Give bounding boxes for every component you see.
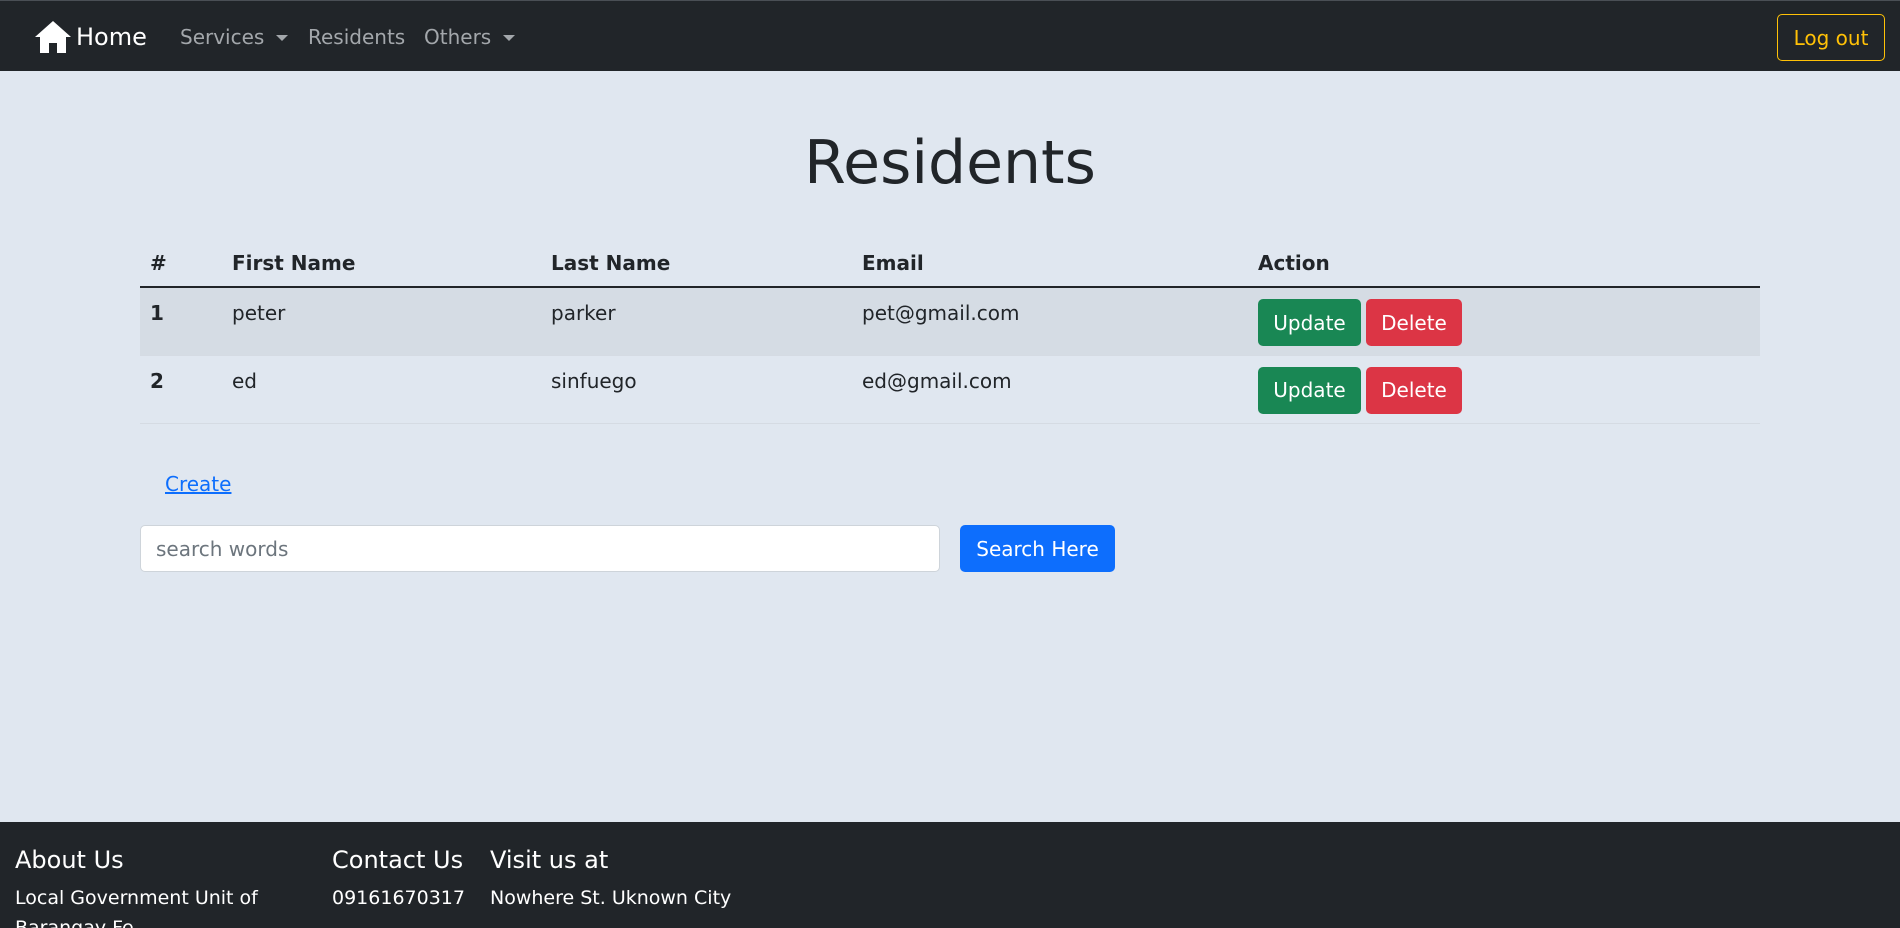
column-header-email: Email	[852, 240, 1248, 288]
column-header-action: Action	[1248, 240, 1760, 288]
update-button[interactable]: Update	[1258, 299, 1361, 346]
footer-contact-title: Contact Us	[332, 846, 464, 874]
row-email: ed@gmail.com	[852, 355, 1248, 424]
chevron-down-icon	[503, 35, 516, 41]
footer-visit-title: Visit us at	[490, 846, 609, 874]
footer-about-text: Local Government Unit of Barangay Fe...	[15, 887, 258, 928]
row-actions: Update Delete	[1248, 287, 1760, 356]
nav-others-label: Others	[424, 25, 492, 49]
nav-services-label: Services	[180, 25, 265, 49]
row-index: 1	[140, 287, 222, 356]
top-navbar: Home Services Residents Others Log out	[0, 0, 1900, 71]
row-actions: Update Delete	[1248, 355, 1760, 424]
logout-button[interactable]: Log out	[1777, 14, 1885, 61]
footer-about-title: About Us	[15, 846, 124, 874]
delete-button[interactable]: Delete	[1366, 299, 1462, 346]
column-header-last-name: Last Name	[541, 240, 852, 288]
nav-others-dropdown[interactable]: Others	[424, 25, 516, 49]
page-title: Residents	[804, 128, 1096, 198]
delete-button[interactable]: Delete	[1366, 366, 1462, 414]
search-button[interactable]: Search Here	[960, 525, 1115, 572]
table-row: 1 peter parker pet@gmail.com Update Delet…	[140, 287, 1760, 356]
footer-visit-text: Nowhere St. Uknown City	[490, 887, 732, 909]
home-label: Home	[76, 23, 147, 51]
table-row: 2 ed sinfuego ed@gmail.com Update Delete	[140, 355, 1760, 424]
column-header-index: #	[140, 240, 222, 288]
row-first-name: ed	[222, 355, 541, 424]
footer-contact-text: 09161670317	[332, 887, 465, 909]
search-input[interactable]	[140, 525, 940, 572]
footer-visit: Visit us at Nowhere St. Uknown City	[490, 846, 850, 913]
row-last-name: parker	[541, 287, 852, 356]
home-link[interactable]: Home	[34, 18, 147, 56]
home-icon	[35, 21, 71, 53]
update-button[interactable]: Update	[1258, 366, 1361, 414]
column-header-first-name: First Name	[222, 240, 541, 288]
row-first-name: peter	[222, 287, 541, 356]
footer: About Us Local Government Unit of Barang…	[0, 822, 1900, 928]
nav-residents-label: Residents	[308, 25, 406, 49]
residents-table: # First Name Last Name Email Action 1 pe…	[140, 240, 1760, 424]
nav-services-dropdown[interactable]: Services	[180, 25, 289, 49]
chevron-down-icon	[276, 35, 289, 41]
nav-residents-link[interactable]: Residents	[308, 25, 405, 49]
row-last-name: sinfuego	[541, 355, 852, 424]
row-email: pet@gmail.com	[852, 287, 1248, 356]
create-link[interactable]: Create	[165, 472, 231, 496]
footer-contact: Contact Us 09161670317	[332, 846, 482, 913]
table-header-row: # First Name Last Name Email Action	[140, 240, 1760, 288]
row-index: 2	[140, 355, 222, 424]
footer-about: About Us Local Government Unit of Barang…	[15, 846, 305, 928]
